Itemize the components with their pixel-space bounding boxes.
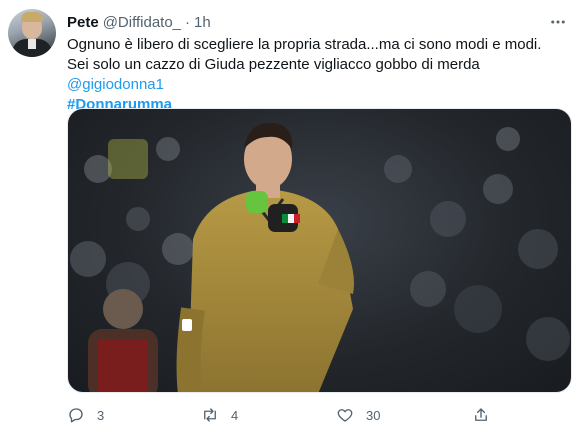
tweet-text: Ognuno è libero di scegliere la propria … [67,35,567,115]
reply-icon [69,408,83,423]
more-button[interactable] [548,12,568,32]
author-handle[interactable]: @Diffidato_ [103,14,181,31]
retweet-button[interactable]: 4 [201,403,238,427]
more-icon [551,20,565,24]
like-button[interactable]: 30 [336,403,380,427]
tweet-photo[interactable] [67,108,572,393]
retweet-icon [204,408,216,422]
tweet-body: Ognuno è libero di scegliere la propria … [67,36,542,73]
tweet-time[interactable]: 1h [194,14,211,31]
retweet-count: 4 [231,407,239,423]
author-name[interactable]: Pete [67,14,99,31]
spectator-figure [88,289,158,392]
reply-button[interactable]: 3 [67,403,104,427]
goalkeeper-figure [176,122,354,392]
tweet-header: Pete @Diffidato_ · 1h [67,12,211,32]
photo-illustration [70,122,570,392]
mention-link[interactable]: @gigiodonna1 [67,76,164,93]
stadium-light [108,139,148,179]
like-icon [337,409,353,422]
reply-count: 3 [97,407,105,423]
avatar[interactable] [8,9,56,57]
avatar-hair [21,12,43,22]
separator-dot: · [185,13,191,31]
avatar-collar [28,39,36,49]
like-count: 30 [366,407,381,423]
share-icon [475,408,487,421]
tweet-card[interactable]: Pete @Diffidato_ · 1h Ognuno è libero di… [0,0,580,435]
share-button[interactable] [472,403,490,427]
tweet-actions: 3 4 30 [67,403,507,427]
